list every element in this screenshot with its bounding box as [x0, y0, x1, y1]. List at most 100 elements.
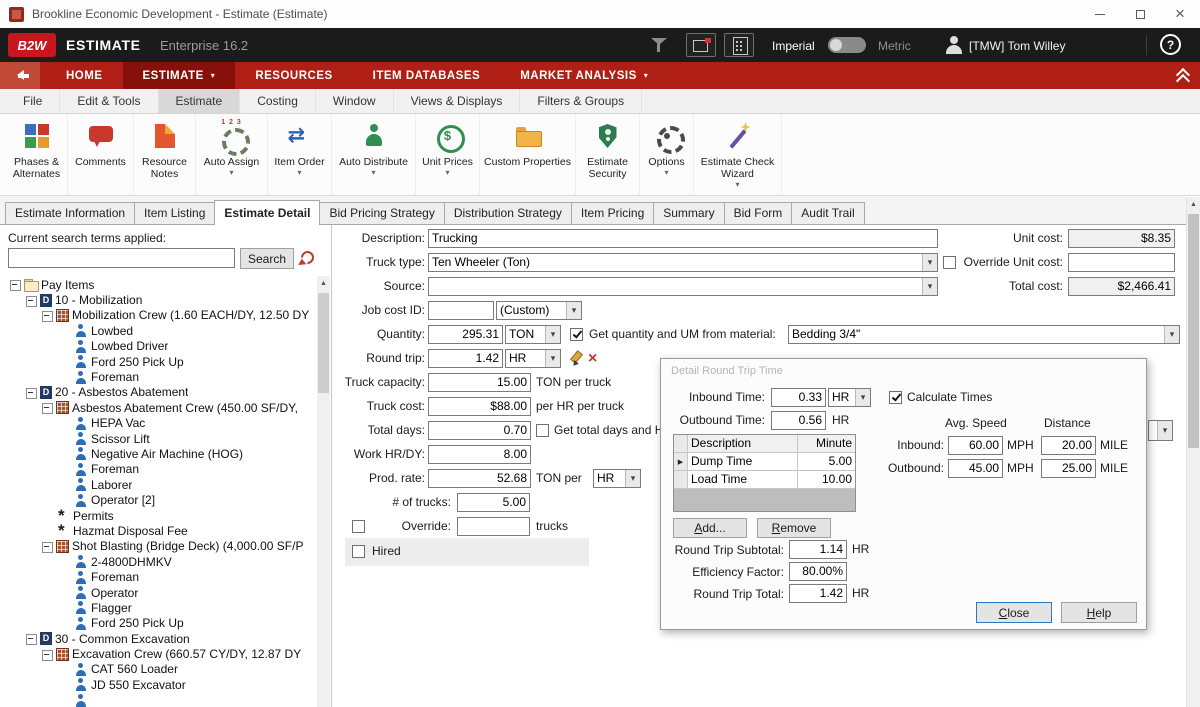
collapse-ribbon-button[interactable]	[1176, 68, 1190, 84]
menu-tab[interactable]: Filters & Groups	[520, 89, 642, 113]
view-tab[interactable]: Item Pricing	[571, 202, 654, 224]
ribbon-button[interactable]: Estimate Check Wizard	[694, 114, 782, 195]
view-tab[interactable]: Distribution Strategy	[444, 202, 572, 224]
prod-rate-um-combo[interactable]: HR	[593, 469, 641, 488]
filter-icon[interactable]	[650, 37, 668, 53]
tree-item[interactable]: Laborer	[0, 477, 316, 492]
view-tab[interactable]: Audit Trail	[791, 202, 864, 224]
view-tab[interactable]: Bid Form	[724, 202, 793, 224]
truck-capacity-field[interactable]: 15.00	[428, 373, 531, 392]
truck-cost-field[interactable]: $88.00	[428, 397, 531, 416]
view-tab[interactable]: Estimate Detail	[214, 200, 320, 225]
truck-type-combo[interactable]: Ten Wheeler (Ton)	[428, 253, 938, 272]
tree-item[interactable]: 10 - Mobilization	[0, 292, 316, 307]
help-button[interactable]: ?	[1160, 34, 1181, 55]
tree-item[interactable]: Negative Air Machine (HOG)	[0, 446, 316, 461]
dropdown-icon[interactable]	[922, 254, 937, 271]
tree-item[interactable]: Lowbed Driver	[0, 339, 316, 354]
work-hr-dy-field[interactable]: 8.00	[428, 445, 531, 464]
ribbon-button[interactable]: Options	[640, 114, 694, 195]
tree-item[interactable]: CAT 560 Loader	[0, 662, 316, 677]
tree-expander-icon[interactable]	[26, 634, 37, 643]
tree-item[interactable]	[0, 693, 316, 707]
efficiency-factor-field[interactable]: 80.00%	[789, 562, 847, 581]
nav-item[interactable]: ESTIMATE	[123, 62, 236, 89]
tree-item[interactable]: Foreman	[0, 369, 316, 384]
tree-item[interactable]: Foreman	[0, 569, 316, 584]
override-trucks-field[interactable]	[457, 517, 530, 536]
ribbon-button[interactable]: Auto Assign	[196, 114, 268, 195]
tree-expander-icon[interactable]	[10, 280, 21, 289]
calculator-button[interactable]	[724, 33, 754, 57]
tree-item[interactable]: Pay Items	[0, 277, 316, 292]
tree-expander-icon[interactable]	[42, 403, 53, 412]
dropdown-icon[interactable]	[922, 278, 937, 295]
tree-item[interactable]: Hazmat Disposal Fee	[0, 523, 316, 538]
grid-cell-minute[interactable]: 5.00	[798, 453, 855, 470]
tree-item[interactable]: Permits	[0, 508, 316, 523]
dropdown-icon[interactable]	[855, 389, 870, 406]
tree-item[interactable]: Lowbed	[0, 323, 316, 338]
tree-item[interactable]: JD 550 Excavator	[0, 677, 316, 692]
tree-item[interactable]: Ford 250 Pick Up	[0, 354, 316, 369]
ribbon-button[interactable]: Estimate Security	[576, 114, 640, 195]
quantity-field[interactable]: 295.31	[428, 325, 503, 344]
menu-tab[interactable]: Views & Displays	[394, 89, 521, 113]
main-scrollbar[interactable]	[1186, 197, 1200, 707]
view-tab[interactable]: Item Listing	[134, 202, 215, 224]
menu-tab[interactable]: Window	[316, 89, 394, 113]
source-combo[interactable]	[428, 277, 938, 296]
ribbon-button[interactable]: Unit Prices	[416, 114, 480, 195]
round-trip-field[interactable]: 1.42	[428, 349, 503, 368]
add-button[interactable]: Add...	[673, 518, 747, 538]
inbound-speed-field[interactable]: 60.00	[948, 436, 1003, 455]
scrollbar-thumb[interactable]	[1188, 214, 1199, 448]
tree-item[interactable]: HEPA Vac	[0, 416, 316, 431]
nav-item[interactable]: ITEM DATABASES	[353, 62, 501, 89]
nav-item[interactable]: MARKET ANALYSIS	[500, 62, 668, 89]
tree-item[interactable]: 2-4800DHMKV	[0, 554, 316, 569]
scrollbar-thumb[interactable]	[318, 293, 329, 393]
dropdown-icon[interactable]	[625, 470, 640, 487]
dropdown-icon[interactable]	[545, 326, 560, 343]
clear-round-trip-icon[interactable]	[588, 349, 597, 368]
window-minimize-button[interactable]	[1080, 0, 1120, 28]
description-field[interactable]: Trucking	[428, 229, 938, 248]
ribbon-button[interactable]: Auto Distribute	[332, 114, 416, 195]
nav-item[interactable]: HOME	[46, 62, 123, 89]
search-input[interactable]	[8, 248, 235, 268]
num-trucks-field[interactable]: 5.00	[457, 493, 530, 512]
job-cost-id-field[interactable]	[428, 301, 494, 320]
total-days-checkbox[interactable]	[536, 424, 549, 437]
tree-item[interactable]: 20 - Asbestos Abatement	[0, 385, 316, 400]
dropdown-icon[interactable]	[1164, 326, 1179, 343]
override-unit-cost-checkbox[interactable]	[943, 256, 956, 269]
outbound-speed-field[interactable]: 45.00	[948, 459, 1003, 478]
window-maximize-button[interactable]	[1120, 0, 1160, 28]
outbound-distance-field[interactable]: 25.00	[1041, 459, 1096, 478]
menu-tab[interactable]: File	[6, 89, 60, 113]
outbound-time-field[interactable]: 0.56	[771, 411, 826, 430]
back-button[interactable]	[0, 62, 40, 89]
clear-search-icon[interactable]	[298, 248, 316, 266]
ribbon-button[interactable]: Custom Properties	[480, 114, 576, 195]
grid-cell-minute[interactable]: 10.00	[798, 471, 855, 488]
scroll-up-icon[interactable]	[1187, 197, 1200, 212]
current-user[interactable]: [TMW] Tom Willey	[969, 39, 1065, 53]
tree-item[interactable]: Operator	[0, 585, 316, 600]
hired-checkbox[interactable]	[352, 545, 365, 558]
scroll-up-icon[interactable]	[317, 276, 330, 291]
material-combo[interactable]: Bedding 3/4"	[788, 325, 1180, 344]
inbound-distance-field[interactable]: 20.00	[1041, 436, 1096, 455]
obscured-combo[interactable]	[1148, 420, 1173, 441]
dropdown-icon[interactable]	[566, 302, 581, 319]
inbound-time-um-combo[interactable]: HR	[828, 388, 871, 407]
nav-item[interactable]: RESOURCES	[235, 62, 352, 89]
override-unit-cost-field[interactable]	[1068, 253, 1175, 272]
close-button[interactable]: Close	[976, 602, 1052, 623]
tree-expander-icon[interactable]	[26, 296, 37, 305]
ribbon-button[interactable]: Resource Notes	[134, 114, 196, 195]
tree-item[interactable]: Mobilization Crew (1.60 EACH/DY, 12.50 D…	[0, 308, 316, 323]
ribbon-button[interactable]: Phases & Alternates	[6, 114, 68, 195]
dropdown-icon[interactable]	[545, 350, 560, 367]
